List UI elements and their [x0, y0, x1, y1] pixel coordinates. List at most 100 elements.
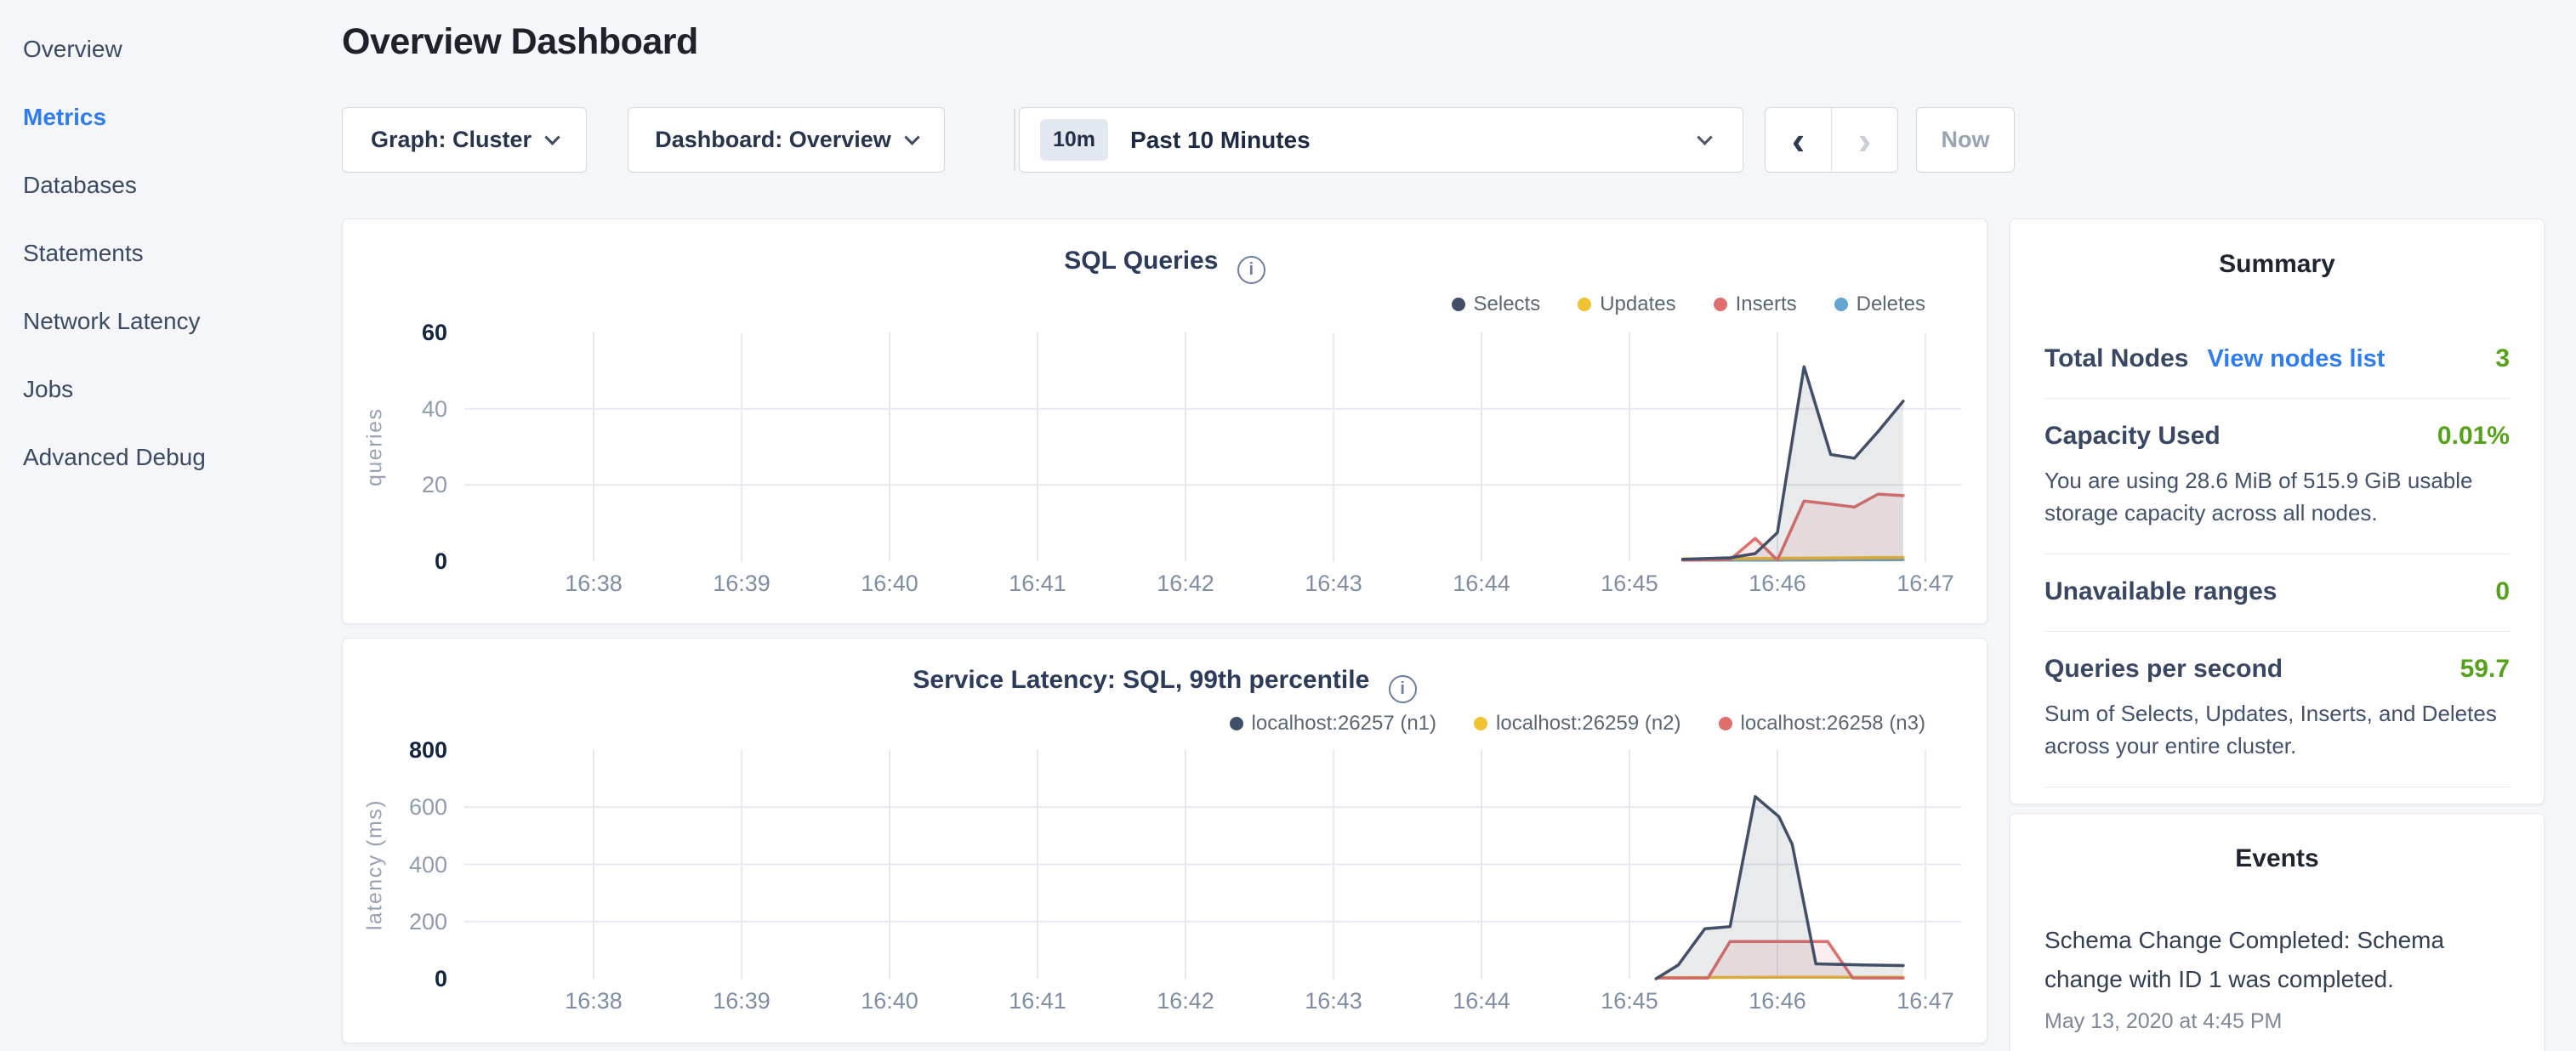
- legend-dot: [1714, 298, 1727, 311]
- time-prev-button[interactable]: ‹: [1766, 108, 1832, 172]
- legend-item[interactable]: localhost:26259 (n2): [1474, 712, 1680, 736]
- summary-row-description: You are using 28.6 MiB of 515.9 GiB usab…: [2044, 464, 2510, 529]
- legend-label: localhost:26257 (n1): [1252, 712, 1436, 736]
- graph-scope-dropdown-label: Graph: Cluster: [371, 127, 532, 153]
- now-button[interactable]: Now: [1916, 107, 2015, 173]
- x-tick-label: 16:47: [1874, 571, 1976, 597]
- legend-label: localhost:26258 (n3): [1741, 712, 1925, 736]
- time-range-dropdown[interactable]: 10m Past 10 Minutes: [1019, 107, 1743, 173]
- legend-item[interactable]: Selects: [1452, 293, 1541, 316]
- legend-label: localhost:26259 (n2): [1496, 712, 1680, 736]
- events-panel: Events Schema Change Completed: Schema c…: [2010, 813, 2545, 1051]
- page-title: Overview Dashboard: [342, 21, 698, 63]
- sql-queries-chart-card: SQL Queries i Selects Updates Inserts De…: [342, 219, 1987, 624]
- time-range-badge: 10m: [1040, 119, 1108, 161]
- x-tick-label: 16:39: [691, 988, 793, 1014]
- legend-label: Deletes: [1857, 293, 1925, 316]
- dashboard-dropdown[interactable]: Dashboard: Overview: [628, 107, 945, 173]
- sql-queries-plot: 16:3816:3916:4016:4116:4216:4316:4416:45…: [464, 322, 1961, 579]
- legend-item[interactable]: localhost:26257 (n1): [1230, 712, 1436, 736]
- view-nodes-list-link[interactable]: View nodes list: [2207, 345, 2385, 373]
- chart-canvas[interactable]: [464, 322, 1961, 579]
- legend-item[interactable]: localhost:26258 (n3): [1719, 712, 1925, 736]
- x-tick-label: 16:40: [839, 571, 941, 597]
- summary-row-value: 0: [2495, 577, 2510, 606]
- chart-legend: Selects Updates Inserts Deletes: [1452, 293, 1926, 316]
- summary-panel: Summary Total Nodes View nodes list 3 Ca…: [2010, 219, 2545, 804]
- x-tick-label: 16:43: [1282, 571, 1385, 597]
- summary-row-description: Sum of Selects, Updates, Inserts, and De…: [2044, 697, 2510, 762]
- chevron-down-icon: [904, 129, 919, 145]
- legend-label: Selects: [1474, 293, 1541, 316]
- graph-scope-dropdown[interactable]: Graph: Cluster: [342, 107, 587, 173]
- toolbar-divider: [1014, 109, 1015, 171]
- x-tick-label: 16:44: [1430, 571, 1533, 597]
- legend-item[interactable]: Deletes: [1834, 293, 1925, 316]
- info-icon[interactable]: i: [1237, 256, 1265, 284]
- chevron-down-icon: [544, 129, 560, 145]
- chart-canvas[interactable]: [464, 740, 1961, 997]
- y-axis-title: queries: [361, 332, 390, 562]
- time-range-label: Past 10 Minutes: [1130, 127, 1311, 154]
- time-next-button[interactable]: ›: [1832, 108, 1897, 172]
- legend-label: Updates: [1600, 293, 1675, 316]
- event-item-text[interactable]: Schema Change Completed: Schema change w…: [2044, 921, 2453, 999]
- summary-title: Summary: [2044, 250, 2510, 279]
- chart-title: Service Latency: SQL, 99th percentile: [913, 666, 1369, 694]
- summary-row-value: 3: [2495, 344, 2510, 373]
- legend-label: Inserts: [1736, 293, 1797, 316]
- legend-dot: [1452, 298, 1465, 311]
- chart-legend: localhost:26257 (n1) localhost:26259 (n2…: [1230, 712, 1925, 736]
- event-item-timestamp: May 13, 2020 at 4:45 PM: [2044, 1009, 2510, 1034]
- series-area: [1683, 366, 1903, 561]
- sidebar-item-network-latency[interactable]: Network Latency: [23, 287, 304, 355]
- summary-row-label: Queries per second: [2044, 655, 2283, 684]
- x-tick-label: 16:41: [987, 571, 1089, 597]
- summary-row-value: 0.01%: [2437, 422, 2510, 451]
- summary-row-label: Total Nodes: [2044, 344, 2188, 373]
- service-latency-chart-card: Service Latency: SQL, 99th percentile i …: [342, 638, 1987, 1043]
- sidebar-item-advanced-debug[interactable]: Advanced Debug: [23, 423, 304, 491]
- x-tick-label: 16:46: [1726, 988, 1828, 1014]
- x-tick-label: 16:47: [1874, 988, 1976, 1014]
- summary-row-total-nodes: Total Nodes View nodes list 3: [2044, 321, 2510, 399]
- chart-title: SQL Queries: [1064, 247, 1218, 275]
- sidebar-item-jobs[interactable]: Jobs: [23, 355, 304, 423]
- legend-dot: [1474, 717, 1487, 730]
- legend-item[interactable]: Updates: [1578, 293, 1675, 316]
- legend-dot: [1834, 298, 1848, 311]
- x-tick-label: 16:40: [839, 988, 941, 1014]
- summary-row-unavailable-ranges: Unavailable ranges 0: [2044, 554, 2510, 632]
- series-area: [1656, 797, 1903, 979]
- sidebar-item-statements[interactable]: Statements: [23, 219, 304, 287]
- legend-item[interactable]: Inserts: [1714, 293, 1797, 316]
- summary-row-label: Capacity Used: [2044, 422, 2221, 451]
- y-axis-title: latency (ms): [361, 750, 390, 980]
- page: Overview Metrics Databases Statements Ne…: [0, 0, 2576, 1051]
- x-tick-label: 16:38: [543, 988, 645, 1014]
- summary-row-capacity-used: Capacity Used 0.01% You are using 28.6 M…: [2044, 399, 2510, 554]
- x-tick-label: 16:41: [987, 988, 1089, 1014]
- x-tick-label: 16:45: [1578, 571, 1680, 597]
- x-tick-label: 16:38: [543, 571, 645, 597]
- dashboard-dropdown-label: Dashboard: Overview: [655, 127, 891, 153]
- chevron-down-icon: [1697, 129, 1712, 145]
- service-latency-plot: 16:3816:3916:4016:4116:4216:4316:4416:45…: [464, 740, 1961, 997]
- summary-row-queries-per-second: Queries per second 59.7 Sum of Selects, …: [2044, 632, 2510, 787]
- x-tick-label: 16:45: [1578, 988, 1680, 1014]
- x-tick-label: 16:46: [1726, 571, 1828, 597]
- x-tick-label: 16:42: [1134, 571, 1237, 597]
- legend-dot: [1578, 298, 1591, 311]
- sidebar-item-overview[interactable]: Overview: [23, 15, 304, 83]
- legend-dot: [1719, 717, 1732, 730]
- x-tick-label: 16:44: [1430, 988, 1533, 1014]
- sidebar-item-metrics[interactable]: Metrics: [23, 83, 304, 151]
- summary-row-value: 59.7: [2460, 655, 2510, 684]
- events-title: Events: [2044, 844, 2510, 873]
- time-step-buttons: ‹ ›: [1765, 107, 1898, 173]
- summary-row-label: Unavailable ranges: [2044, 577, 2277, 606]
- sidebar-item-databases[interactable]: Databases: [23, 151, 304, 219]
- x-tick-label: 16:39: [691, 571, 793, 597]
- info-icon[interactable]: i: [1389, 675, 1417, 703]
- sidebar: Overview Metrics Databases Statements Ne…: [23, 15, 304, 491]
